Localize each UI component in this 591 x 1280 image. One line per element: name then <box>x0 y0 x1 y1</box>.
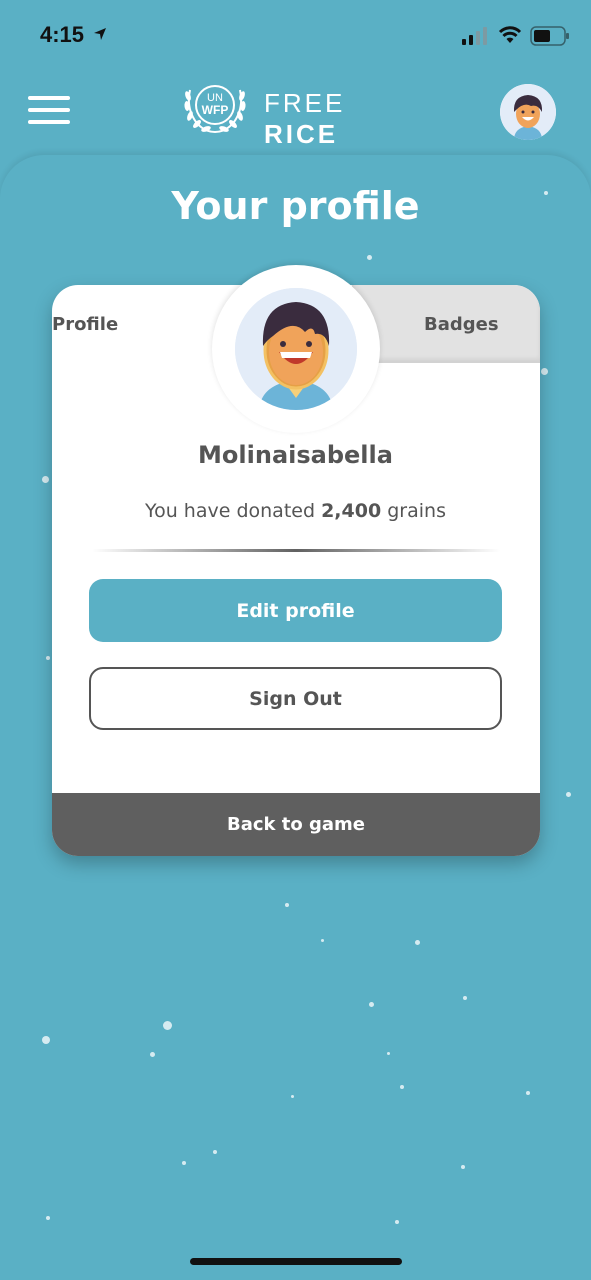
tab-profile[interactable]: Profile <box>52 314 118 335</box>
avatar-icon <box>500 84 556 140</box>
profile-username: Molinaisabella <box>198 441 393 469</box>
sparkle-dot <box>415 940 420 945</box>
user-avatar-button[interactable] <box>500 84 556 140</box>
edit-profile-button[interactable]: Edit profile <box>89 579 502 642</box>
sparkle-dot <box>46 656 50 660</box>
sparkle-dot <box>387 1052 390 1055</box>
hamburger-menu-button[interactable] <box>28 96 70 126</box>
donation-summary: You have donated 2,400 grains <box>0 500 591 522</box>
sparkle-dot <box>285 903 289 907</box>
sparkle-dot <box>367 255 372 260</box>
sparkle-dot <box>213 1150 217 1154</box>
divider <box>92 549 500 552</box>
sparkle-dot <box>395 1220 399 1224</box>
back-to-game-button[interactable]: Back to game <box>52 793 540 856</box>
un-wfp-emblem-icon: UN WFP <box>184 85 246 133</box>
sparkle-dot <box>182 1161 186 1165</box>
wifi-icon <box>498 26 522 43</box>
profile-avatar-frame <box>212 265 380 433</box>
logo-rice: RICE <box>264 119 339 149</box>
sparkle-dot <box>463 996 467 1000</box>
profile-avatar <box>235 288 357 410</box>
sparkle-dot <box>526 1091 530 1095</box>
donated-amount: 2,400 <box>321 500 382 522</box>
sparkle-dot <box>46 1216 50 1220</box>
logo-wordmark: FREE RICE <box>264 88 414 150</box>
sparkle-dot <box>541 368 548 375</box>
menu-line <box>28 120 70 124</box>
home-indicator[interactable] <box>190 1258 402 1265</box>
sparkle-dot <box>321 939 324 942</box>
logo-emblem-bottom: WFP <box>202 103 229 117</box>
freerice-logo[interactable]: UN WFP FREE RICE <box>182 78 414 149</box>
sparkle-dot <box>42 1036 50 1044</box>
sparkle-dot <box>566 792 571 797</box>
logo-free: FREE <box>264 88 346 118</box>
status-time: 4:15 <box>40 22 85 47</box>
menu-line <box>28 96 70 100</box>
page-title: Your profile <box>171 184 420 228</box>
sparkle-dot <box>42 476 49 483</box>
tab-badges[interactable]: Badges <box>424 314 499 335</box>
donated-suffix: grains <box>387 500 446 522</box>
donated-prefix: You have donated <box>145 500 316 522</box>
sparkle-dot <box>163 1021 172 1030</box>
sign-out-button[interactable]: Sign Out <box>89 667 502 730</box>
status-bar: 4:15 <box>0 0 591 70</box>
sparkle-dot <box>369 1002 374 1007</box>
location-arrow-icon <box>94 28 106 40</box>
cell-signal-icon <box>462 27 487 45</box>
avatar-icon <box>235 288 357 410</box>
menu-line <box>28 108 70 112</box>
battery-icon <box>530 26 569 46</box>
sparkle-dot <box>461 1165 465 1169</box>
sparkle-dot <box>291 1095 294 1098</box>
sparkle-dot <box>150 1052 155 1057</box>
sparkle-dot <box>400 1085 404 1089</box>
